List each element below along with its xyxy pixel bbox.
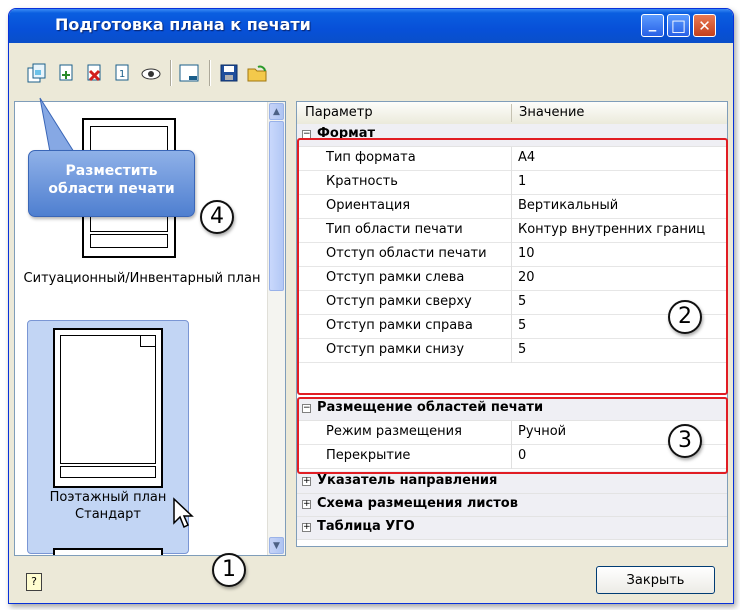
callout-4: 4 [200, 200, 234, 234]
help-icon[interactable]: ? [26, 573, 42, 591]
scroll-up-button[interactable]: ▲ [269, 103, 284, 120]
template-label: Поэтажный план Стандарт [49, 490, 167, 522]
mouse-cursor-icon [173, 497, 194, 529]
template-list-scrollbar[interactable]: ▲ ▼ [267, 102, 285, 555]
category-sheet-layout[interactable]: + Схема размещения листов [297, 494, 727, 517]
open-icon[interactable] [246, 62, 268, 84]
highlight-format-box [297, 138, 728, 395]
save-icon[interactable] [218, 62, 240, 84]
scroll-down-button[interactable]: ▼ [269, 537, 284, 554]
minimize-button[interactable]: _ [641, 14, 664, 37]
expand-icon[interactable]: + [302, 500, 311, 509]
window-title: Подготовка плана к печати [55, 15, 311, 34]
numbering-icon[interactable]: 1 [112, 62, 134, 84]
template-thumbnail[interactable] [53, 328, 163, 488]
callout-3: 3 [668, 424, 702, 458]
close-button[interactable]: Закрыть [596, 566, 715, 594]
grid-header: Параметр Значение [297, 102, 727, 125]
column-header-value[interactable]: Значение [519, 105, 584, 120]
callout-2: 2 [668, 300, 702, 334]
category-direction-indicator[interactable]: + Указатель направления [297, 471, 727, 494]
callout-1: 1 [212, 553, 246, 587]
title-bar[interactable]: Подготовка плана к печати _ □ ✕ [9, 9, 733, 43]
tooltip-pointer [39, 97, 75, 153]
place-print-areas-icon[interactable] [26, 62, 48, 84]
add-print-area-icon[interactable] [56, 62, 78, 84]
expand-icon[interactable]: + [302, 523, 311, 532]
template-thumbnail[interactable] [53, 548, 163, 555]
preview-icon[interactable] [140, 62, 162, 84]
column-header-param[interactable]: Параметр [305, 105, 373, 120]
toolbar-separator [170, 60, 172, 86]
highlight-placement-box [297, 397, 728, 474]
close-window-button[interactable]: ✕ [693, 14, 716, 37]
template-label: Ситуационный/Инвентарный план [23, 271, 261, 286]
toolbar-separator [209, 60, 211, 86]
category-symbols-table[interactable]: + Таблица УГО [297, 517, 727, 540]
svg-text:1: 1 [119, 69, 125, 80]
tooltip-balloon: Разместить области печати [28, 150, 195, 217]
maximize-button[interactable]: □ [667, 14, 690, 37]
expand-icon[interactable]: + [302, 477, 311, 486]
delete-print-area-icon[interactable] [84, 62, 106, 84]
frame-icon[interactable] [178, 62, 200, 84]
scroll-thumb[interactable] [269, 121, 284, 291]
